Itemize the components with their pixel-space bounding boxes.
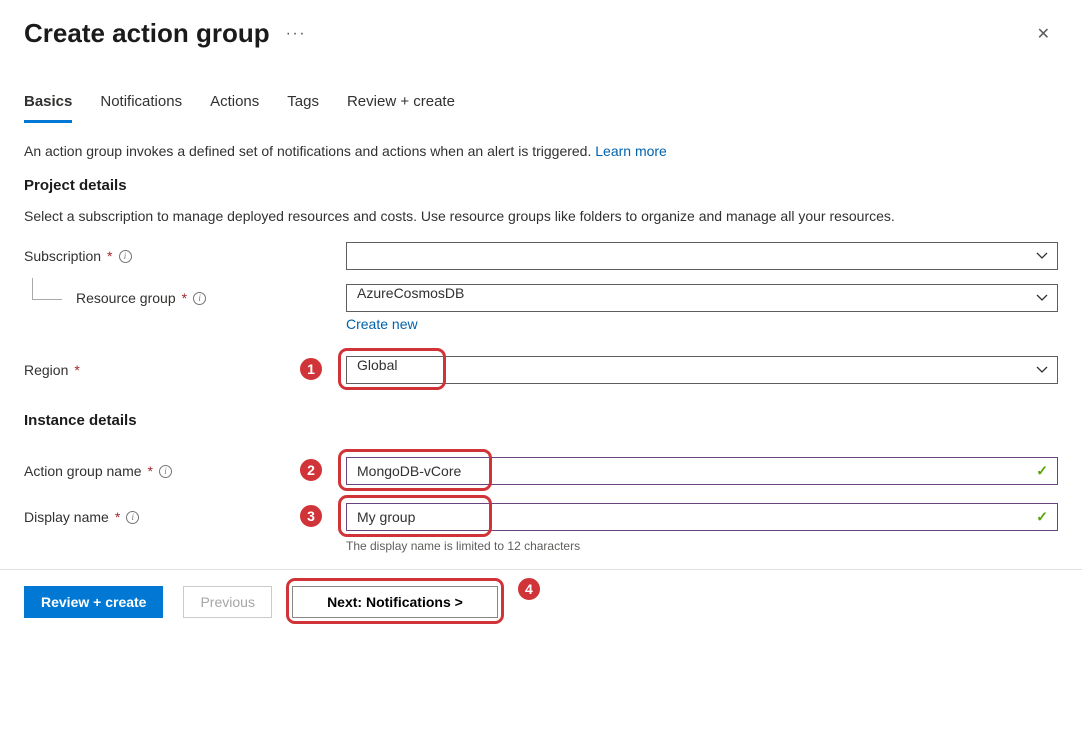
action-group-name-input[interactable] [346,457,1058,485]
more-menu-icon[interactable]: ··· [286,25,306,43]
display-name-help: The display name is limited to 12 charac… [346,539,1058,553]
learn-more-link[interactable]: Learn more [595,143,667,159]
annotation-3: 3 [298,503,324,529]
info-icon[interactable]: i [193,292,206,305]
required-asterisk: * [182,290,187,306]
required-asterisk: * [148,463,153,479]
validated-icon: ✓ [1036,463,1048,480]
validated-icon: ✓ [1036,509,1048,526]
tree-connector [32,278,62,300]
required-asterisk: * [115,509,120,525]
intro-text: An action group invokes a defined set of… [24,143,1058,159]
create-new-link[interactable]: Create new [346,316,418,332]
intro-body: An action group invokes a defined set of… [24,143,595,159]
tab-tags[interactable]: Tags [287,93,319,123]
annotation-1: 1 [298,356,324,382]
resource-group-label: Resource group [76,290,176,306]
info-icon[interactable]: i [126,511,139,524]
instance-details-title: Instance details [24,412,1058,429]
close-button[interactable]: ✕ [1029,20,1058,48]
info-icon[interactable]: i [159,465,172,478]
review-create-button[interactable]: Review + create [24,586,163,618]
display-name-input[interactable] [346,503,1058,531]
tab-bar: Basics Notifications Actions Tags Review… [0,57,1082,123]
next-button[interactable]: Next: Notifications > [292,586,498,618]
action-group-name-label: Action group name [24,463,142,479]
project-details-title: Project details [24,177,1058,194]
subscription-label: Subscription [24,248,101,264]
subscription-select[interactable] [346,242,1058,270]
annotation-4: 4 [516,576,542,602]
tab-basics[interactable]: Basics [24,93,72,123]
resource-group-select[interactable]: AzureCosmosDB [346,284,1058,312]
region-select[interactable]: Global [346,356,1058,384]
page-title: Create action group [24,18,270,49]
project-details-desc: Select a subscription to manage deployed… [24,208,1058,224]
close-icon: ✕ [1037,26,1050,43]
annotation-2: 2 [298,457,324,483]
tab-review-create[interactable]: Review + create [347,93,455,123]
required-asterisk: * [107,248,112,264]
tab-actions[interactable]: Actions [210,93,259,123]
tab-notifications[interactable]: Notifications [100,93,182,123]
required-asterisk: * [74,362,79,378]
region-label: Region [24,362,68,378]
previous-button: Previous [183,586,271,618]
info-icon[interactable]: i [119,250,132,263]
display-name-label: Display name [24,509,109,525]
